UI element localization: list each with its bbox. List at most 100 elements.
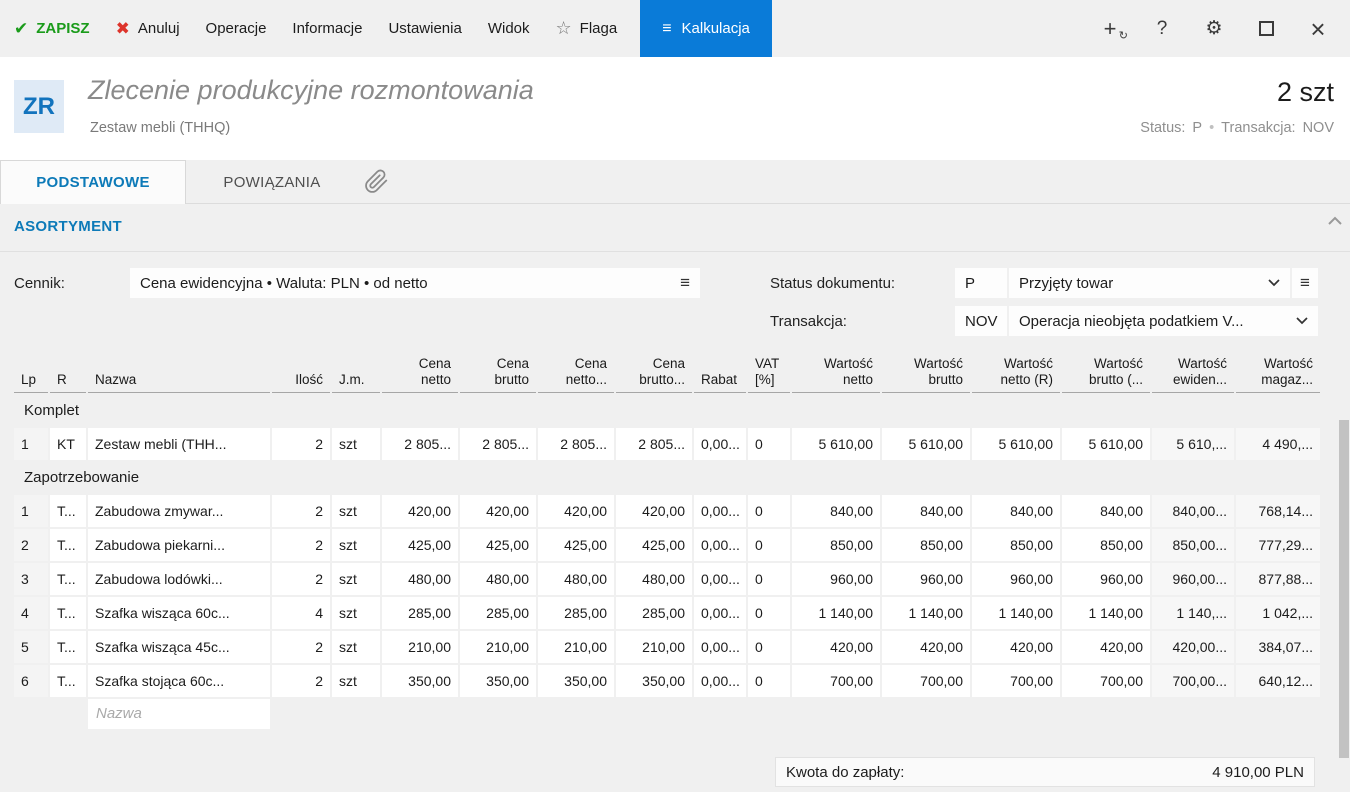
table-cell[interactable]: 0,00... bbox=[694, 631, 746, 663]
table-cell[interactable]: Szafka wisząca 45c... bbox=[88, 631, 270, 663]
column-header[interactable]: Cena brutto... bbox=[616, 356, 692, 393]
table-cell[interactable]: 840,00 bbox=[1062, 495, 1150, 527]
settings-gear-icon[interactable]: ⚙ bbox=[1204, 17, 1224, 40]
table-cell[interactable]: 2 bbox=[272, 665, 330, 697]
table-cell[interactable]: 420,00... bbox=[1152, 631, 1234, 663]
table-cell[interactable]: 1 bbox=[14, 428, 48, 460]
table-cell[interactable]: 6 bbox=[14, 665, 48, 697]
table-cell[interactable]: 1 bbox=[14, 495, 48, 527]
table-cell[interactable]: 210,00 bbox=[460, 631, 536, 663]
table-cell[interactable]: 210,00 bbox=[538, 631, 614, 663]
table-cell[interactable]: 960,00 bbox=[1062, 563, 1150, 595]
tab-powiazania[interactable]: POWIĄZANIA bbox=[198, 160, 346, 204]
table-cell[interactable]: 2 bbox=[272, 563, 330, 595]
table-cell[interactable]: 5 610,00 bbox=[1062, 428, 1150, 460]
table-cell[interactable]: 2 805... bbox=[382, 428, 458, 460]
table-cell[interactable]: 350,00 bbox=[616, 665, 692, 697]
table-cell[interactable]: T... bbox=[50, 665, 86, 697]
table-cell[interactable]: 285,00 bbox=[382, 597, 458, 629]
column-header[interactable]: VAT [%] bbox=[748, 356, 790, 393]
table-cell[interactable]: T... bbox=[50, 631, 86, 663]
attachment-paperclip-icon[interactable] bbox=[364, 169, 389, 199]
table-cell[interactable]: szt bbox=[332, 495, 380, 527]
column-header[interactable]: Wartość brutto bbox=[882, 356, 970, 393]
help-icon[interactable]: ? bbox=[1152, 18, 1172, 40]
table-cell[interactable]: 210,00 bbox=[616, 631, 692, 663]
menu-ustawienia[interactable]: Ustawienia bbox=[375, 0, 474, 57]
table-cell[interactable]: 5 bbox=[14, 631, 48, 663]
table-cell[interactable]: 960,00 bbox=[792, 563, 880, 595]
table-cell[interactable]: 420,00 bbox=[460, 495, 536, 527]
menu-widok[interactable]: Widok bbox=[475, 0, 543, 57]
table-cell[interactable]: 0 bbox=[748, 631, 790, 663]
table-cell[interactable]: 425,00 bbox=[460, 529, 536, 561]
table-cell[interactable]: 850,00 bbox=[1062, 529, 1150, 561]
table-cell[interactable]: 350,00 bbox=[460, 665, 536, 697]
table-cell[interactable]: 5 610,... bbox=[1152, 428, 1234, 460]
table-cell[interactable]: 420,00 bbox=[792, 631, 880, 663]
maximize-icon[interactable] bbox=[1256, 21, 1276, 36]
cennik-field[interactable]: Cena ewidencyjna • Waluta: PLN • od nett… bbox=[130, 268, 700, 298]
table-cell[interactable]: 0 bbox=[748, 563, 790, 595]
table-cell[interactable]: 2 805... bbox=[538, 428, 614, 460]
table-cell[interactable]: 1 140,00 bbox=[792, 597, 880, 629]
tab-podstawowe[interactable]: PODSTAWOWE bbox=[0, 160, 186, 204]
table-cell[interactable]: 2 bbox=[272, 428, 330, 460]
column-header[interactable]: Wartość netto bbox=[792, 356, 880, 393]
table-cell[interactable]: Zabudowa zmywar... bbox=[88, 495, 270, 527]
column-header[interactable]: R bbox=[50, 356, 86, 393]
table-cell[interactable]: 877,88... bbox=[1236, 563, 1320, 595]
flag-button[interactable]: ☆ Flaga bbox=[543, 0, 631, 57]
save-button[interactable]: ✔ ZAPISZ bbox=[0, 0, 103, 57]
new-item-name-input[interactable] bbox=[88, 699, 270, 729]
table-cell[interactable]: 1 140,00 bbox=[972, 597, 1060, 629]
transaction-code-field[interactable]: NOV bbox=[955, 306, 1007, 336]
table-cell[interactable]: Zabudowa lodówki... bbox=[88, 563, 270, 595]
menu-operacje[interactable]: Operacje bbox=[193, 0, 280, 57]
table-cell[interactable]: T... bbox=[50, 529, 86, 561]
table-cell[interactable]: 480,00 bbox=[538, 563, 614, 595]
table-cell[interactable]: szt bbox=[332, 597, 380, 629]
table-cell[interactable]: 425,00 bbox=[616, 529, 692, 561]
table-cell[interactable]: 700,00 bbox=[972, 665, 1060, 697]
table-cell[interactable]: 0,00... bbox=[694, 563, 746, 595]
table-cell[interactable]: 480,00 bbox=[616, 563, 692, 595]
table-cell[interactable]: 4 490,... bbox=[1236, 428, 1320, 460]
table-cell[interactable]: 1 140,00 bbox=[1062, 597, 1150, 629]
table-cell[interactable]: 5 610,00 bbox=[882, 428, 970, 460]
table-cell[interactable]: 700,00... bbox=[1152, 665, 1234, 697]
table-cell[interactable]: 425,00 bbox=[382, 529, 458, 561]
table-cell[interactable]: 840,00 bbox=[972, 495, 1060, 527]
column-header[interactable]: Lp bbox=[14, 356, 48, 393]
table-cell[interactable]: 0 bbox=[748, 428, 790, 460]
table-cell[interactable]: 1 042,... bbox=[1236, 597, 1320, 629]
close-icon[interactable]: × bbox=[1308, 16, 1328, 42]
table-cell[interactable]: 0,00... bbox=[694, 597, 746, 629]
column-header[interactable]: Rabat bbox=[694, 356, 746, 393]
table-cell[interactable]: Szafka stojąca 60c... bbox=[88, 665, 270, 697]
kalkulacja-button[interactable]: ≡ Kalkulacja bbox=[640, 0, 772, 57]
table-cell[interactable]: Szafka wisząca 60c... bbox=[88, 597, 270, 629]
table-cell[interactable]: 480,00 bbox=[460, 563, 536, 595]
table-cell[interactable]: 700,00 bbox=[792, 665, 880, 697]
table-cell[interactable]: 640,12... bbox=[1236, 665, 1320, 697]
table-cell[interactable]: 420,00 bbox=[616, 495, 692, 527]
table-cell[interactable]: 1 140,... bbox=[1152, 597, 1234, 629]
table-cell[interactable]: szt bbox=[332, 631, 380, 663]
status-dropdown[interactable]: Przyjęty towar bbox=[1009, 268, 1290, 298]
table-cell[interactable]: 384,07... bbox=[1236, 631, 1320, 663]
table-cell[interactable]: 420,00 bbox=[882, 631, 970, 663]
table-cell[interactable]: 3 bbox=[14, 563, 48, 595]
table-cell[interactable]: 2 bbox=[272, 495, 330, 527]
table-cell[interactable]: 5 610,00 bbox=[972, 428, 1060, 460]
table-cell[interactable]: 0 bbox=[748, 495, 790, 527]
table-cell[interactable]: 285,00 bbox=[460, 597, 536, 629]
table-cell[interactable]: 350,00 bbox=[538, 665, 614, 697]
table-cell[interactable]: 420,00 bbox=[538, 495, 614, 527]
table-cell[interactable]: 768,14... bbox=[1236, 495, 1320, 527]
table-cell[interactable]: 0,00... bbox=[694, 529, 746, 561]
cennik-menu-icon[interactable]: ≡ bbox=[680, 273, 690, 293]
table-cell[interactable]: 425,00 bbox=[538, 529, 614, 561]
table-cell[interactable]: 840,00 bbox=[792, 495, 880, 527]
table-cell[interactable]: 850,00 bbox=[882, 529, 970, 561]
